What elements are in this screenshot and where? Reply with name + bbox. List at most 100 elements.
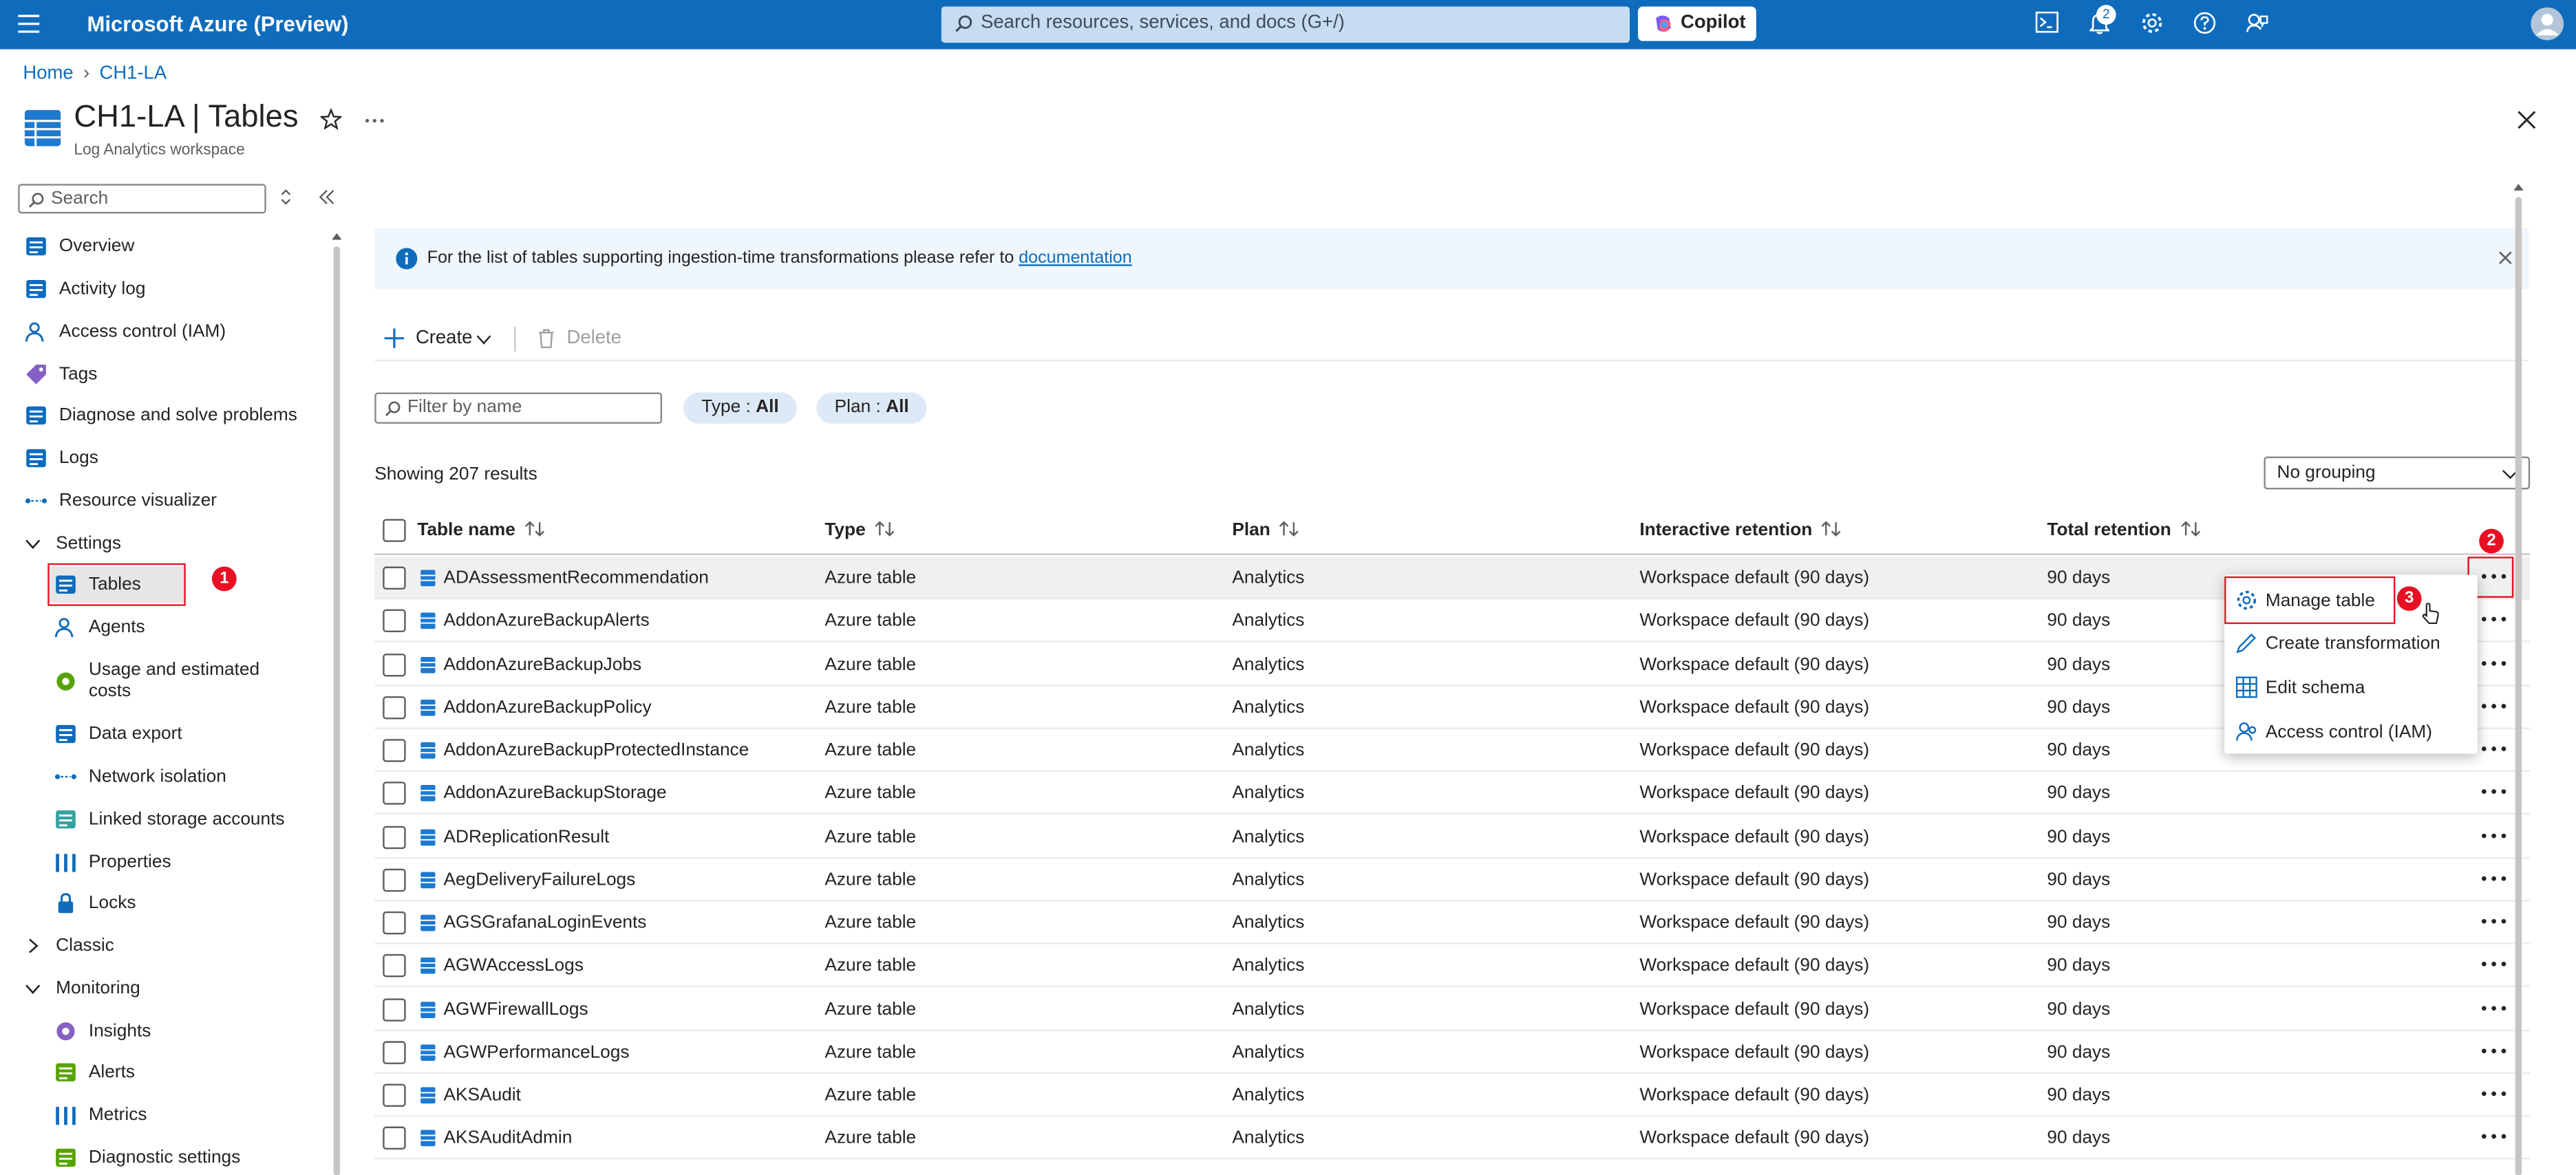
- breadcrumb-workspace[interactable]: CH1-LA: [99, 64, 167, 84]
- more-actions-icon[interactable]: [2478, 734, 2511, 760]
- portal-brand[interactable]: Microsoft Azure (Preview): [87, 12, 349, 36]
- sidebar-item-diagnostic-settings[interactable]: Diagnostic settings: [54, 1140, 296, 1175]
- sidebar-item-classic[interactable]: Classic: [21, 928, 296, 964]
- menu-item-edit-schema[interactable]: Edit schema: [2224, 667, 2478, 709]
- sidebar-item-activity-log[interactable]: Activity log: [25, 271, 296, 308]
- table-row[interactable]: ADAssessmentRecommendation Azure table Ana…: [374, 557, 2531, 600]
- breadcrumb-home[interactable]: Home: [23, 64, 73, 84]
- table-row[interactable]: AKSAudit Azure table Analytics Workspace de…: [374, 1074, 2531, 1117]
- sidebar-item-linked-storage-accounts[interactable]: Linked storage accounts: [54, 801, 296, 838]
- table-name-cell[interactable]: AddonAzureBackupPolicy: [444, 698, 652, 718]
- more-options-icon[interactable]: [365, 118, 385, 123]
- close-blade-icon[interactable]: [2517, 110, 2537, 130]
- column-header-type[interactable]: Type: [824, 521, 895, 540]
- more-actions-icon[interactable]: [2478, 1079, 2511, 1105]
- sidebar-item-access-control-iam[interactable]: Access control (IAM): [25, 314, 296, 350]
- row-checkbox[interactable]: [383, 696, 406, 719]
- row-checkbox[interactable]: [383, 825, 406, 848]
- table-row[interactable]: AddonAzureBackupProtectedInstance Azure t…: [374, 729, 2531, 772]
- cloud-shell-icon[interactable]: [2035, 11, 2058, 33]
- hamburger-menu-icon[interactable]: [18, 14, 40, 33]
- sidebar-item-monitoring[interactable]: Monitoring: [21, 971, 296, 1007]
- sidebar-item-alerts[interactable]: Alerts: [54, 1055, 296, 1091]
- table-name-cell[interactable]: ADAssessmentRecommendation: [444, 568, 709, 588]
- more-actions-icon[interactable]: [2478, 777, 2511, 804]
- more-actions-icon[interactable]: [2478, 907, 2511, 933]
- table-row[interactable]: AGSGrafanaLoginEvents Azure table Analytic…: [374, 902, 2531, 945]
- table-row[interactable]: AddonAzureBackupStorage Azure table Analyt…: [374, 773, 2531, 815]
- more-actions-icon[interactable]: [2478, 949, 2511, 975]
- main-scrollbar[interactable]: [2511, 181, 2527, 1175]
- sidebar-item-locks[interactable]: Locks: [54, 885, 296, 922]
- table-name-cell[interactable]: AddonAzureBackupProtectedInstance: [444, 741, 749, 761]
- table-row[interactable]: AGWPerformanceLogs Azure table Analytics Wo…: [374, 1031, 2531, 1074]
- column-header-plan[interactable]: Plan: [1232, 521, 1299, 540]
- sidebar-item-overview[interactable]: Overview: [25, 228, 296, 265]
- type-filter-pill[interactable]: Type : All: [683, 392, 797, 424]
- table-name-cell[interactable]: AKSAudit: [444, 1086, 521, 1106]
- global-search-input[interactable]: Search resources, services, and docs (G+…: [941, 6, 1630, 43]
- menu-item-access-control[interactable]: Access control (IAM): [2224, 711, 2478, 754]
- more-actions-icon[interactable]: [2478, 820, 2511, 846]
- table-row[interactable]: AddonAzureBackupAlerts Azure table Analyti…: [374, 600, 2531, 643]
- select-all-checkbox[interactable]: [383, 519, 406, 542]
- row-checkbox[interactable]: [383, 1084, 406, 1107]
- table-name-cell[interactable]: AegDeliveryFailureLogs: [444, 870, 636, 890]
- more-actions-icon[interactable]: [2478, 691, 2511, 717]
- table-row[interactable]: ADReplicationResult Azure table Analytics W…: [374, 815, 2531, 859]
- row-checkbox[interactable]: [383, 1040, 406, 1064]
- sidebar-item-settings[interactable]: Settings: [21, 526, 296, 562]
- table-row[interactable]: AKSAuditAdmin Azure table Analytics Workspa…: [374, 1117, 2531, 1160]
- grouping-dropdown[interactable]: No grouping: [2264, 456, 2531, 490]
- sidebar-item-diagnose-and-solve-problems[interactable]: Diagnose and solve problems: [25, 398, 297, 434]
- table-row[interactable]: AegDeliveryFailureLogs Azure table Analyti…: [374, 859, 2531, 901]
- row-checkbox[interactable]: [383, 868, 406, 892]
- row-checkbox[interactable]: [383, 998, 406, 1021]
- user-avatar[interactable]: [2530, 7, 2564, 41]
- sidebar-item-tags[interactable]: Tags: [25, 356, 296, 393]
- table-name-cell[interactable]: AGWPerformanceLogs: [444, 1042, 630, 1062]
- sidebar-item-usage-and-estimated-costs[interactable]: Usage and estimated costs: [54, 654, 296, 709]
- more-actions-icon[interactable]: [2478, 863, 2511, 890]
- more-actions-icon[interactable]: [2478, 1122, 2511, 1148]
- table-name-cell[interactable]: AGWFirewallLogs: [444, 1000, 588, 1020]
- table-row[interactable]: AddonAzureBackupJobs Azure table Analytics…: [374, 643, 2531, 686]
- sidebar-item-metrics[interactable]: Metrics: [54, 1097, 296, 1134]
- table-name-cell[interactable]: AddonAzureBackupJobs: [444, 654, 642, 674]
- row-checkbox[interactable]: [383, 652, 406, 676]
- row-checkbox[interactable]: [383, 954, 406, 978]
- more-actions-icon[interactable]: [2478, 993, 2511, 1019]
- table-name-cell[interactable]: AKSAuditAdmin: [444, 1129, 573, 1149]
- menu-item-create-transformation[interactable]: Create transformation: [2224, 623, 2478, 665]
- help-question-icon[interactable]: [2193, 12, 2216, 34]
- row-checkbox[interactable]: [383, 566, 406, 590]
- collapse-sidebar-icon[interactable]: [319, 189, 335, 206]
- documentation-link[interactable]: documentation: [1019, 248, 1131, 268]
- filter-by-name-input[interactable]: Filter by name: [374, 392, 663, 424]
- column-header-table-name[interactable]: Table name: [417, 521, 545, 540]
- feedback-icon[interactable]: [2246, 12, 2268, 34]
- table-row[interactable]: AGWAccessLogs Azure table Analytics Workspa…: [374, 945, 2531, 988]
- expand-collapse-icon[interactable]: [279, 187, 292, 207]
- sidebar-item-logs[interactable]: Logs: [25, 440, 296, 477]
- table-row[interactable]: AGWFirewallLogs Azure table Analytics Works…: [374, 988, 2531, 1031]
- more-actions-icon[interactable]: [2478, 605, 2511, 631]
- table-name-cell[interactable]: AddonAzureBackupStorage: [444, 784, 667, 804]
- row-checkbox[interactable]: [383, 781, 406, 806]
- settings-gear-icon[interactable]: [2140, 12, 2163, 34]
- row-checkbox[interactable]: [383, 1127, 406, 1150]
- row-checkbox[interactable]: [383, 739, 406, 762]
- plan-filter-pill[interactable]: Plan : All: [816, 392, 927, 424]
- more-actions-icon[interactable]: [2478, 1036, 2511, 1062]
- row-checkbox[interactable]: [383, 610, 406, 633]
- table-name-cell[interactable]: ADReplicationResult: [444, 827, 610, 847]
- sidebar-scrollbar[interactable]: [330, 230, 343, 1175]
- copilot-button[interactable]: Copilot: [1637, 6, 1756, 41]
- sidebar-item-insights[interactable]: Insights: [54, 1013, 296, 1050]
- table-name-cell[interactable]: AGWAccessLogs: [444, 956, 584, 976]
- column-header-interactive-retention[interactable]: Interactive retention: [1639, 521, 1842, 540]
- table-name-cell[interactable]: AGSGrafanaLoginEvents: [444, 913, 647, 933]
- sidebar-item-resource-visualizer[interactable]: Resource visualizer: [25, 483, 296, 519]
- favorite-star-icon[interactable]: [320, 108, 342, 130]
- table-row[interactable]: AddonAzureBackupPolicy Azure table Analyti…: [374, 686, 2531, 729]
